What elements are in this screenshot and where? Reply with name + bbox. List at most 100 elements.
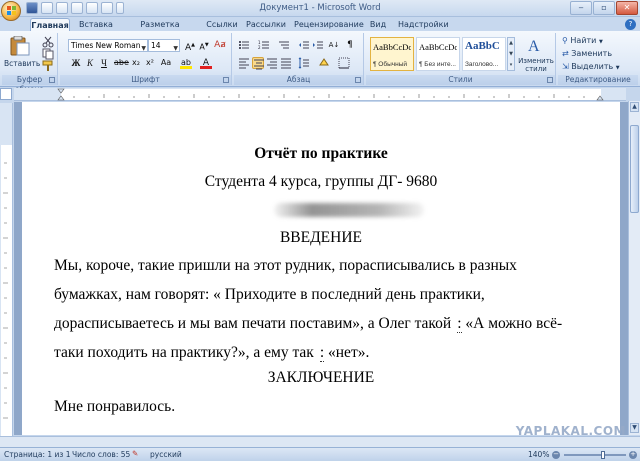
underline-button[interactable]: Ч <box>98 57 110 69</box>
multilevel-list-icon[interactable] <box>278 39 290 51</box>
italic-button[interactable]: К <box>84 57 96 69</box>
find-button[interactable]: ⚲ Найти ▼ <box>562 36 603 47</box>
select-button[interactable]: ⇲ Выделить ▼ <box>562 62 620 73</box>
shrink-font-icon[interactable]: A▼ <box>198 39 210 52</box>
vertical-scrollbar[interactable]: ▲ ▼ <box>628 101 640 435</box>
font-group: Times New Roman ▼ 14 ▼ A▲ A▼ Aⱥ Ж К Ч abe … <box>60 33 232 85</box>
clipboard-group: Вставить Буфер обмена <box>2 33 58 94</box>
sort-icon[interactable]: A↓ <box>328 39 340 51</box>
zoom-level[interactable]: 140% <box>528 450 549 459</box>
tab-page-layout[interactable]: Разметка страницы <box>122 18 198 42</box>
replace-label: Заменить <box>571 49 613 58</box>
cut-icon[interactable] <box>42 36 54 48</box>
show-marks-icon[interactable]: ¶ <box>344 39 356 51</box>
language[interactable]: русский <box>150 450 182 459</box>
borders-icon[interactable] <box>338 57 350 69</box>
align-right-icon[interactable] <box>266 57 278 69</box>
numbering-icon[interactable]: 12 <box>258 39 270 51</box>
style-heading-1-sample: AaBbC <box>465 40 500 52</box>
tab-selector[interactable] <box>0 88 12 100</box>
tab-view[interactable]: Вид <box>366 18 390 32</box>
doc-heading-conclusion: ЗАКЛЮЧЕНИЕ <box>267 369 375 386</box>
clear-formatting-icon[interactable]: Aⱥ <box>214 39 226 51</box>
zoom-slider[interactable] <box>564 451 626 459</box>
font-color-icon[interactable]: A <box>200 57 212 69</box>
tab-addins[interactable]: Надстройки <box>398 18 449 32</box>
close-icon[interactable]: ✕ <box>616 1 638 15</box>
maximize-icon[interactable]: ▫ <box>593 1 615 15</box>
replace-button[interactable]: ⇄ Заменить <box>562 49 612 60</box>
format-painter-icon[interactable] <box>42 60 54 72</box>
select-icon: ⇲ <box>562 62 569 71</box>
change-case-icon[interactable]: Aa <box>160 57 172 69</box>
style-no-spacing-name: ¶ Без инте... <box>419 61 456 68</box>
grow-font-icon[interactable]: A▲ <box>184 39 196 53</box>
font-size-combo[interactable]: 14 ▼ <box>148 39 180 52</box>
doc-body-line-4: таки походить на практику?», а ему так: … <box>54 344 369 362</box>
zoom-in-icon[interactable]: + <box>629 451 637 459</box>
increase-indent-icon[interactable] <box>312 39 324 51</box>
paste-button[interactable]: Вставить <box>4 59 40 68</box>
svg-text:A: A <box>528 38 540 54</box>
tab-mailings[interactable]: Рассылки <box>246 18 286 32</box>
vertical-ruler[interactable] <box>0 103 13 436</box>
doc-body-line-4-tail: «нет». <box>324 344 370 361</box>
style-heading-1[interactable]: AaBbC Заголово... <box>462 37 506 71</box>
proofing-icon[interactable]: ✎ <box>132 449 138 458</box>
bullets-icon[interactable] <box>238 39 250 51</box>
highlight-icon[interactable]: ab <box>180 57 192 69</box>
subscript-icon[interactable]: x₂ <box>130 57 142 69</box>
style-no-spacing[interactable]: AaBbCcDc ¶ Без инте... <box>416 37 460 71</box>
doc-title: Отчёт по практике <box>254 145 388 162</box>
bold-button[interactable]: Ж <box>70 57 82 69</box>
paragraph-launcher-icon[interactable] <box>355 77 361 83</box>
justify-icon[interactable] <box>280 57 292 69</box>
doc-body-line-3-text: дорасписываетесь и мы вам печати постави… <box>54 315 452 332</box>
tab-insert[interactable]: Вставка <box>76 18 116 32</box>
doc-conclusion: Мне понравилось. <box>54 398 176 415</box>
style-normal[interactable]: AaBbCcDc ¶ Обычный <box>370 37 414 71</box>
shading-icon[interactable] <box>318 57 330 69</box>
horizontal-ruler[interactable] <box>14 88 626 101</box>
font-launcher-icon[interactable] <box>223 77 229 83</box>
office-logo-icon <box>7 6 16 15</box>
document-page[interactable]: Отчёт по практике Студента 4 курса, груп… <box>22 102 620 435</box>
office-button[interactable] <box>1 1 21 21</box>
title-bar: Документ1 - Microsoft Word ‒ ▫ ✕ <box>0 0 640 21</box>
copy-icon[interactable] <box>42 48 54 60</box>
superscript-icon[interactable]: x² <box>144 57 156 69</box>
align-center-icon[interactable] <box>252 57 264 70</box>
clipboard-launcher-icon[interactable] <box>49 77 55 83</box>
zoom-slider-thumb[interactable] <box>601 451 605 459</box>
line-spacing-icon[interactable] <box>298 57 310 69</box>
doc-subtitle: Студента 4 курса, группы ДГ- 9680 <box>204 173 438 190</box>
scroll-thumb[interactable] <box>630 125 639 213</box>
scroll-up-icon[interactable]: ▲ <box>630 102 639 112</box>
align-left-icon[interactable] <box>238 57 250 69</box>
svg-text:2: 2 <box>258 45 261 50</box>
decrease-indent-icon[interactable] <box>298 39 310 51</box>
styles-scroll-icon[interactable]: ▲ ▼ ▾ <box>507 37 515 71</box>
replace-icon: ⇄ <box>562 49 569 58</box>
zoom-out-icon[interactable]: − <box>552 451 560 459</box>
strikethrough-icon[interactable]: abe <box>114 57 129 69</box>
scroll-down-icon[interactable]: ▼ <box>630 423 639 433</box>
font-name-combo[interactable]: Times New Roman ▼ <box>68 39 148 52</box>
ribbon: Вставить Буфер обмена Times New Roman▼ 1… <box>0 31 640 94</box>
tab-references[interactable]: Ссылки <box>204 18 240 32</box>
paste-icon[interactable] <box>8 36 30 56</box>
doc-body-line-3: дорасписываетесь и мы вам печати постави… <box>54 315 562 333</box>
document-area: Отчёт по практике Студента 4 курса, груп… <box>14 102 628 435</box>
window-controls: ‒ ▫ ✕ <box>569 1 638 15</box>
help-icon[interactable]: ? <box>625 19 636 30</box>
find-label: Найти <box>570 36 597 45</box>
change-styles-icon[interactable]: A <box>526 36 544 54</box>
word-count[interactable]: Число слов: 55 <box>72 450 130 459</box>
styles-launcher-icon[interactable] <box>547 77 553 83</box>
tab-review[interactable]: Рецензирование <box>294 18 364 32</box>
change-styles-button[interactable]: Изменить стили <box>516 57 556 73</box>
page-count[interactable]: Страница: 1 из 1 <box>4 450 71 459</box>
tab-home[interactable]: Главная <box>30 18 70 32</box>
select-label: Выделить <box>571 62 614 71</box>
minimize-icon[interactable]: ‒ <box>570 1 592 15</box>
